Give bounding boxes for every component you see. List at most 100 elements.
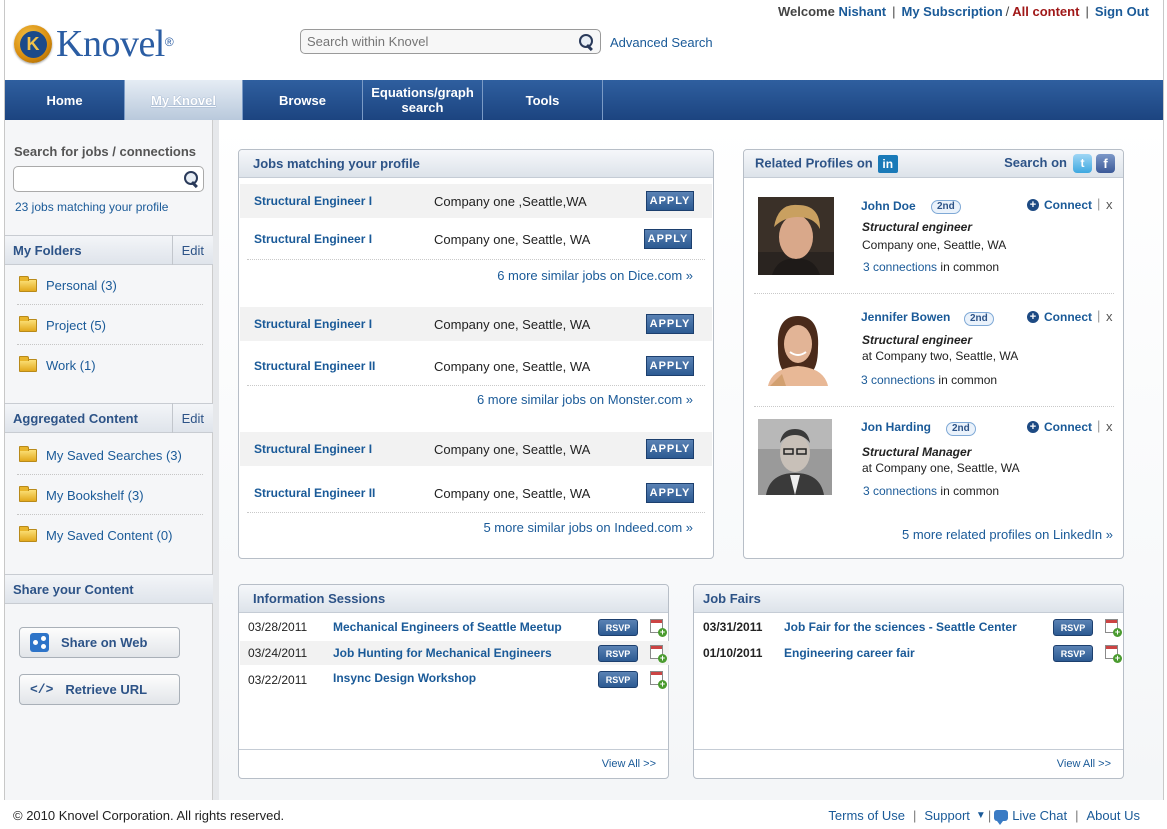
live-chat-link[interactable]: Live Chat xyxy=(1012,808,1067,823)
rsvp-button[interactable]: RSVP xyxy=(598,619,638,636)
search-icon[interactable] xyxy=(577,33,595,51)
event-title-link[interactable]: Job Fair for the sciences - Seattle Cent… xyxy=(784,620,1017,634)
event-title-link[interactable]: Engineering career fair xyxy=(784,646,915,660)
information-sessions-title: Information Sessions xyxy=(239,585,668,613)
rsvp-button[interactable]: RSVP xyxy=(1053,645,1093,662)
job-row: Structural Engineer II Company one, Seat… xyxy=(240,349,712,383)
linkedin-icon[interactable]: in xyxy=(877,154,898,173)
twitter-icon[interactable]: t xyxy=(1073,154,1092,173)
dismiss-icon[interactable]: x xyxy=(1106,309,1113,324)
welcome-label: Welcome xyxy=(777,4,835,19)
job-company: Company one, Seattle, WA xyxy=(434,358,591,374)
more-jobs-indeed-link[interactable]: 5 more similar jobs on Indeed.com » xyxy=(483,520,693,535)
tab-home[interactable]: Home xyxy=(5,80,125,120)
apply-button[interactable]: APPLY xyxy=(646,483,694,503)
advanced-search-link[interactable]: Advanced Search xyxy=(610,35,713,50)
job-title-link[interactable]: Structural Engineer II xyxy=(254,359,375,373)
more-jobs-dice-link[interactable]: 6 more similar jobs on Dice.com » xyxy=(497,268,693,283)
job-title-link[interactable]: Structural Engineer I xyxy=(254,232,372,246)
search-icon[interactable] xyxy=(182,170,200,188)
profile-name-link[interactable]: Jon Harding xyxy=(861,420,931,434)
dismiss-icon[interactable]: x xyxy=(1106,419,1113,434)
folder-personal[interactable]: Personal (3) xyxy=(19,276,117,293)
job-company: Company one, Seattle, WA xyxy=(434,485,591,501)
add-to-calendar-icon[interactable] xyxy=(650,645,667,663)
apply-button[interactable]: APPLY xyxy=(646,356,694,376)
tab-my-knovel[interactable]: My Knovel xyxy=(125,80,243,120)
my-subscription-link[interactable]: My Subscription xyxy=(902,4,1003,19)
aggregated-content-title: Aggregated Content xyxy=(13,410,138,426)
apply-button[interactable]: APPLY xyxy=(646,191,694,211)
divider xyxy=(17,304,203,305)
more-jobs-monster-link[interactable]: 6 more similar jobs on Monster.com » xyxy=(477,392,693,407)
apply-button[interactable]: APPLY xyxy=(646,314,694,334)
connections-link[interactable]: 3 connections xyxy=(861,373,935,387)
tab-tools[interactable]: Tools xyxy=(483,80,603,120)
event-row: 01/10/2011 Engineering career fair RSVP xyxy=(695,641,1124,665)
more-profiles-linkedin-link[interactable]: 5 more related profiles on LinkedIn » xyxy=(902,527,1113,542)
connections-link[interactable]: 3 connections xyxy=(863,260,937,274)
connections-link[interactable]: 3 connections xyxy=(863,484,937,498)
connect-button[interactable]: + Connect xyxy=(1027,420,1092,434)
folder-project[interactable]: Project (5) xyxy=(19,316,106,333)
rsvp-button[interactable]: RSVP xyxy=(1053,619,1093,636)
job-company: Company one ,Seattle,WA xyxy=(434,193,587,209)
share-icon xyxy=(30,633,49,652)
about-us-link[interactable]: About Us xyxy=(1087,808,1140,823)
job-title-link[interactable]: Structural Engineer I xyxy=(254,194,372,208)
edit-folders-button[interactable]: Edit xyxy=(171,235,213,265)
add-to-calendar-icon[interactable] xyxy=(650,671,667,689)
rsvp-button[interactable]: RSVP xyxy=(598,671,638,688)
user-name-link[interactable]: Nishant xyxy=(838,4,886,19)
rsvp-button[interactable]: RSVP xyxy=(598,645,638,662)
add-to-calendar-icon[interactable] xyxy=(650,619,667,637)
top-search-box xyxy=(300,29,601,54)
profile-photo-jon-harding[interactable] xyxy=(758,419,832,495)
top-search-input[interactable] xyxy=(301,30,566,53)
terms-of-use-link[interactable]: Terms of Use xyxy=(828,808,905,823)
view-all-sessions-link[interactable]: View All >> xyxy=(602,758,656,770)
connect-button[interactable]: + Connect xyxy=(1027,310,1092,324)
knovel-logo[interactable]: K Knovel ® xyxy=(14,22,174,66)
view-all-job-fairs-link[interactable]: View All >> xyxy=(1057,758,1111,770)
event-date: 03/24/2011 xyxy=(248,646,308,660)
chevron-down-icon[interactable]: ▼ xyxy=(976,810,986,821)
folder-bookshelf[interactable]: My Bookshelf (3) xyxy=(19,486,144,503)
job-title-link[interactable]: Structural Engineer I xyxy=(254,442,372,456)
folder-icon xyxy=(19,526,37,542)
apply-button[interactable]: APPLY xyxy=(644,229,692,249)
folder-saved-searches[interactable]: My Saved Searches (3) xyxy=(19,446,182,463)
event-title-link[interactable]: Job Hunting for Mechanical Engineers xyxy=(333,646,552,660)
apply-button[interactable]: APPLY xyxy=(646,439,694,459)
tab-browse[interactable]: Browse xyxy=(243,80,363,120)
separator: | xyxy=(1097,196,1101,211)
jobs-panel-title: Jobs matching your profile xyxy=(239,150,713,178)
jobs-matching-link[interactable]: 23 jobs matching your profile xyxy=(15,200,168,214)
add-to-calendar-icon[interactable] xyxy=(1105,619,1122,637)
share-on-web-button[interactable]: Share on Web xyxy=(19,627,180,658)
job-row: Structural Engineer I Company one, Seatt… xyxy=(240,307,712,341)
event-title-link[interactable]: Insync Design Workshop xyxy=(333,671,476,685)
connect-button[interactable]: + Connect xyxy=(1027,198,1092,212)
job-row: Structural Engineer I Company one ,Seatt… xyxy=(240,184,712,218)
job-company: Company one, Seattle, WA xyxy=(434,231,591,247)
folder-work[interactable]: Work (1) xyxy=(19,356,96,373)
profile-photo-jennifer-bowen[interactable] xyxy=(760,308,836,386)
sign-out-link[interactable]: Sign Out xyxy=(1095,4,1149,19)
dismiss-icon[interactable]: x xyxy=(1106,197,1113,212)
support-link[interactable]: Support xyxy=(924,808,970,823)
folder-saved-content[interactable]: My Saved Content (0) xyxy=(19,526,172,543)
edit-aggregated-button[interactable]: Edit xyxy=(171,403,213,433)
profile-name-link[interactable]: John Doe xyxy=(861,199,916,213)
job-title-link[interactable]: Structural Engineer I xyxy=(254,317,372,331)
all-content-link[interactable]: All content xyxy=(1012,4,1079,19)
retrieve-url-button[interactable]: </> Retrieve URL xyxy=(19,674,180,705)
facebook-icon[interactable]: f xyxy=(1096,154,1115,173)
job-search-box[interactable] xyxy=(13,166,204,192)
add-to-calendar-icon[interactable] xyxy=(1105,645,1122,663)
tab-equations-graph-search[interactable]: Equations/graph search xyxy=(363,80,483,120)
event-title-link[interactable]: Mechanical Engineers of Seattle Meetup xyxy=(333,620,562,634)
profile-photo-john-doe[interactable] xyxy=(758,197,834,275)
job-title-link[interactable]: Structural Engineer II xyxy=(254,486,375,500)
profile-name-link[interactable]: Jennifer Bowen xyxy=(861,310,950,324)
